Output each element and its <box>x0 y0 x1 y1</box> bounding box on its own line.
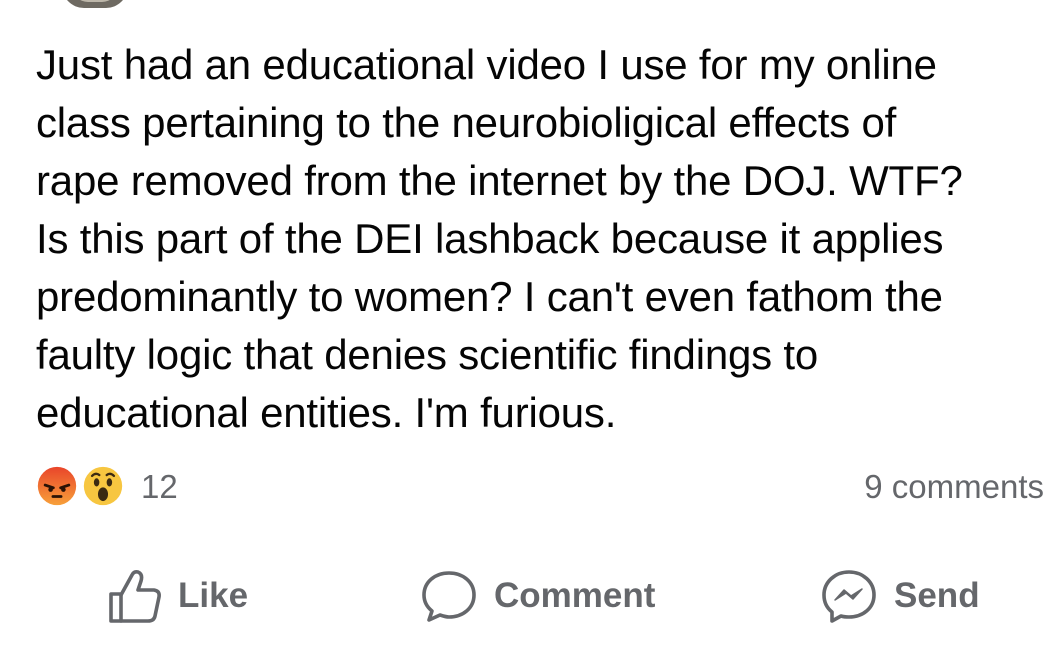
messenger-icon <box>822 570 876 623</box>
angry-reaction-icon <box>34 463 80 509</box>
comment-count[interactable]: 9 comments <box>864 468 1044 506</box>
post-text: Just had an educational video I use for … <box>36 41 963 436</box>
post-actions: Like Comment Send <box>0 560 1055 632</box>
send-label: Send <box>894 576 980 615</box>
wow-reaction-icon <box>80 463 126 509</box>
comment-label: Comment <box>494 576 656 615</box>
like-button[interactable]: Like <box>108 560 248 632</box>
comment-button[interactable]: Comment <box>420 560 655 632</box>
reactions-summary[interactable]: 12 9 comments <box>34 461 1046 511</box>
send-button[interactable]: Send <box>820 560 980 632</box>
reaction-count[interactable]: 12 <box>141 468 178 506</box>
thumbs-up-icon <box>109 570 161 623</box>
reaction-icons[interactable] <box>34 463 134 509</box>
avatar[interactable] <box>62 0 128 8</box>
comment-bubble-icon <box>422 571 476 622</box>
like-label: Like <box>178 576 249 615</box>
